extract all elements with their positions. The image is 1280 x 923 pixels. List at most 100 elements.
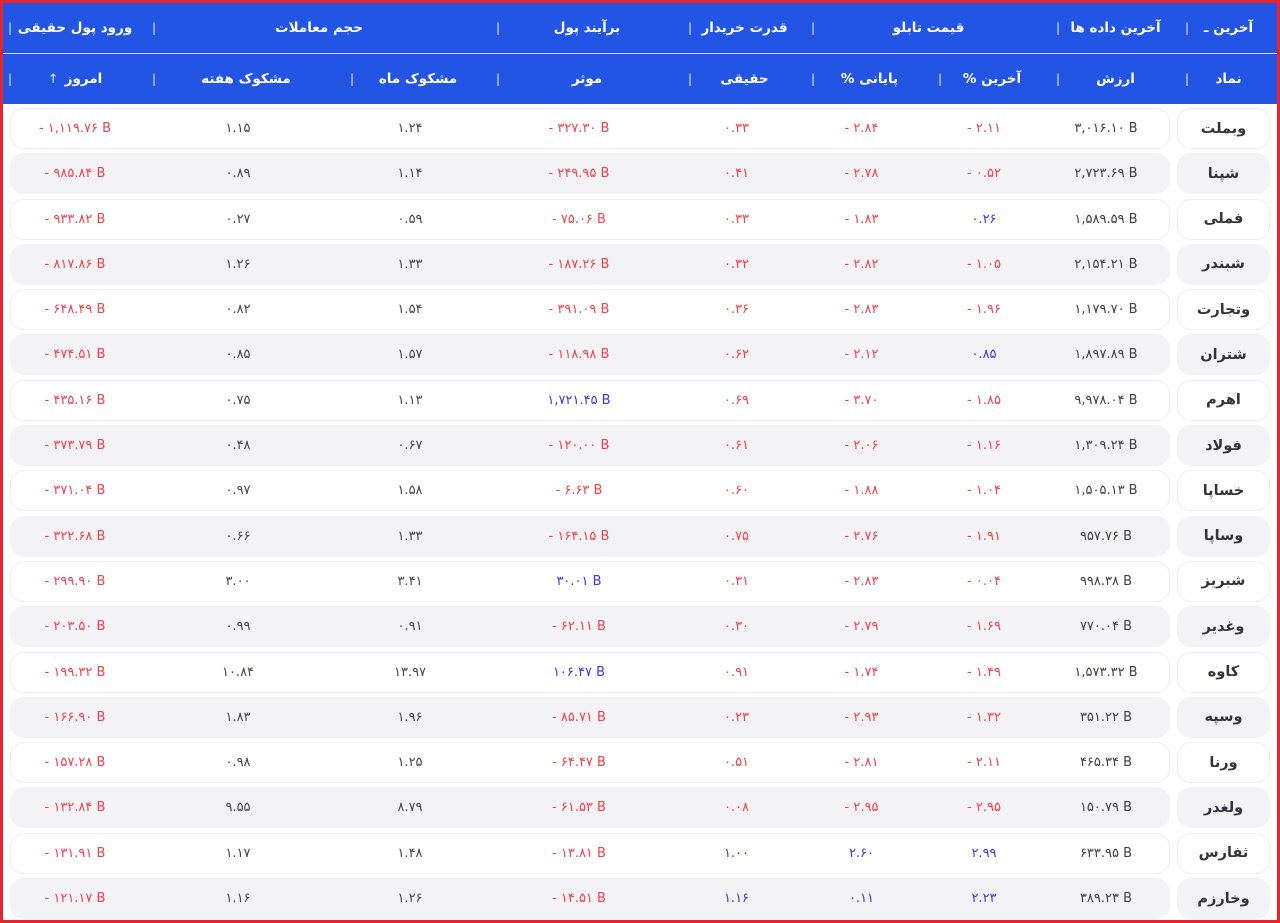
cell-last-pct: - ۱.۴۹: [925, 665, 1043, 680]
cell-close-pct: - ۲.۷۹: [798, 619, 925, 634]
table-row[interactable]: شبریز۹۹۸.۳۸ B- ۰.۰۴- ۲.۸۳۰.۳۱۳۰.۰۱ B۳.۴۱…: [10, 561, 1270, 602]
symbol-cell[interactable]: ثفارس: [1177, 833, 1270, 874]
table-row[interactable]: اهرم۹,۹۷۸.۰۴ B- ۱.۸۵- ۳.۷۰۰.۶۹۱,۷۲۱.۴۵ B…: [10, 380, 1270, 421]
symbol-cell[interactable]: اهرم: [1177, 380, 1270, 421]
cell-real-power: ۰.۳۰: [675, 619, 798, 634]
symbol-cell[interactable]: فولاد: [1177, 425, 1270, 466]
group-header-latest: آخرین ـ: [1180, 3, 1277, 53]
row-data-card: ۹,۹۷۸.۰۴ B- ۱.۸۵- ۳.۷۰۰.۶۹۱,۷۲۱.۴۵ B۱.۱۳…: [10, 380, 1170, 421]
cell-value: ۱,۸۹۷.۸۹ B: [1043, 347, 1169, 362]
symbol-cell[interactable]: شتران: [1177, 334, 1270, 375]
symbol-cell[interactable]: شبریز: [1177, 561, 1270, 602]
cell-last-pct: ۲.۲۳: [925, 891, 1043, 906]
cell-susp-week: ۰.۸۲: [139, 302, 337, 317]
group-header-row: آخرین ـ آخرین داده ها قیمت تابلو قدرت خر…: [3, 3, 1277, 54]
symbol-cell[interactable]: وساپا: [1177, 516, 1270, 557]
cell-net-flow: - ۱۳.۸۱ B: [483, 846, 675, 861]
cell-close-pct: - ۲.۸۴: [798, 121, 925, 136]
column-header-last-pct[interactable]: آخرین %: [933, 54, 1051, 104]
symbol-cell[interactable]: کاوه: [1177, 652, 1270, 693]
cell-susp-week: ۹.۵۵: [139, 800, 337, 815]
row-data-card: ۱,۵۸۹.۵۹ B۰.۲۶- ۱.۸۳۰.۳۳- ۷۵.۰۶ B۰.۵۹۰.۲…: [10, 199, 1170, 240]
cell-real-power: ۰.۹۱: [675, 665, 798, 680]
table-row[interactable]: فملی۱,۵۸۹.۵۹ B۰.۲۶- ۱.۸۳۰.۳۳- ۷۵.۰۶ B۰.۵…: [10, 199, 1270, 240]
table-row[interactable]: شتران۱,۸۹۷.۸۹ B۰.۸۵- ۲.۱۲۰.۶۲- ۱۱۸.۹۸ B۱…: [10, 334, 1270, 375]
cell-close-pct: - ۲.۹۳: [798, 710, 925, 725]
cell-today: - ۱,۱۱۹.۷۶ B: [11, 121, 139, 136]
table-row[interactable]: وساپا۹۵۷.۷۶ B- ۱.۹۱- ۲.۷۶۰.۷۵- ۱۶۴.۱۵ B۱…: [10, 516, 1270, 557]
table-row[interactable]: فولاد۱,۳۰۹.۲۴ B- ۱.۱۶- ۲.۰۶۰.۶۱- ۱۲۰.۰۰ …: [10, 425, 1270, 466]
cell-susp-month: ۱.۳۳: [337, 257, 483, 272]
cell-value: ۱,۵۸۹.۵۹ B: [1043, 212, 1169, 227]
column-header-net-flow[interactable]: موثر: [491, 54, 683, 104]
cell-susp-week: ۰.۸۹: [139, 166, 337, 181]
table-row[interactable]: خساپا۱,۵۰۵.۱۳ B- ۱.۰۴- ۱.۸۸۰.۶۰- ۶.۶۳ B۱…: [10, 470, 1270, 511]
symbol-cell[interactable]: وتجارت: [1177, 289, 1270, 330]
row-data-card: ۲,۷۲۳.۶۹ B- ۰.۵۲- ۲.۷۸۰.۴۱- ۲۴۹.۹۵ B۱.۱۴…: [10, 153, 1170, 194]
cell-value: ۱,۱۷۹.۷۰ B: [1043, 302, 1169, 317]
cell-real-power: ۰.۴۱: [675, 166, 798, 181]
cell-today: - ۸۱۷.۸۶ B: [11, 257, 139, 272]
cell-last-pct: ۲.۹۹: [925, 846, 1043, 861]
cell-last-pct: - ۱.۶۹: [925, 619, 1043, 634]
table-row[interactable]: ورنا۴۶۵.۳۴ B- ۲.۱۱- ۲.۸۱۰.۵۱- ۶۴.۴۷ B۱.۲…: [10, 742, 1270, 783]
symbol-cell[interactable]: وسپه: [1177, 697, 1270, 738]
symbol-cell[interactable]: خساپا: [1177, 470, 1270, 511]
cell-close-pct: - ۲.۸۱: [798, 755, 925, 770]
table-row[interactable]: ثفارس۶۳۳.۹۵ B۲.۹۹۲.۶۰۱.۰۰- ۱۳.۸۱ B۱.۴۸۱.…: [10, 833, 1270, 874]
cell-susp-week: ۰.۸۵: [139, 347, 337, 362]
table-row[interactable]: کاوه۱,۵۷۳.۳۲ B- ۱.۴۹- ۱.۷۴۰.۹۱۱۰۶.۴۷ B۱۳…: [10, 652, 1270, 693]
symbol-cell[interactable]: ولغدر: [1177, 787, 1270, 828]
table-row[interactable]: وخارزم۳۸۹.۲۳ B۲.۲۳۰.۱۱۱.۱۶- ۱۴.۵۱ B۱.۲۶۱…: [10, 878, 1270, 919]
column-header-value[interactable]: ارزش: [1051, 54, 1180, 104]
table-row[interactable]: وتجارت۱,۱۷۹.۷۰ B- ۱.۹۶- ۲.۸۳۰.۳۶- ۳۹۱.۰۹…: [10, 289, 1270, 330]
table-row[interactable]: شبندر۲,۱۵۴.۲۱ B- ۱.۰۵- ۲.۸۲۰.۳۲- ۱۸۷.۲۶ …: [10, 244, 1270, 285]
table-row[interactable]: وبملت۳,۰۱۶.۱۰ B- ۲.۱۱- ۲.۸۴۰.۳۳- ۳۲۷.۳۰ …: [10, 108, 1270, 149]
cell-close-pct: ۰.۱۱: [798, 891, 925, 906]
column-header-today[interactable]: امروز ↑: [3, 54, 147, 104]
cell-susp-week: ۰.۲۷: [139, 212, 337, 227]
cell-real-power: ۱.۰۰: [675, 846, 798, 861]
column-header-real-power[interactable]: حقیقی: [683, 54, 806, 104]
cell-susp-week: ۰.۹۹: [139, 619, 337, 634]
cell-susp-week: ۰.۴۸: [139, 438, 337, 453]
symbol-cell[interactable]: وخارزم: [1177, 878, 1270, 919]
cell-real-power: ۰.۰۸: [675, 800, 798, 815]
cell-real-power: ۰.۶۱: [675, 438, 798, 453]
cell-susp-month: ۸.۷۹: [337, 800, 483, 815]
symbol-cell[interactable]: شبندر: [1177, 244, 1270, 285]
table-row[interactable]: شپنا۲,۷۲۳.۶۹ B- ۰.۵۲- ۲.۷۸۰.۴۱- ۲۴۹.۹۵ B…: [10, 153, 1270, 194]
group-header-latest-data: آخرین داده ها: [1051, 3, 1180, 53]
cell-net-flow: - ۱۸۷.۲۶ B: [483, 257, 675, 272]
cell-susp-month: ۱.۲۶: [337, 891, 483, 906]
row-data-card: ۷۷۰.۰۴ B- ۱.۶۹- ۲.۷۹۰.۳۰- ۶۲.۱۱ B۰.۹۱۰.۹…: [10, 606, 1170, 647]
symbol-cell[interactable]: فملی: [1177, 199, 1270, 240]
cell-susp-month: ۰.۶۷: [337, 438, 483, 453]
cell-net-flow: - ۳۲۷.۳۰ B: [483, 121, 675, 136]
cell-last-pct: - ۱.۰۵: [925, 257, 1043, 272]
table-row[interactable]: وغدیر۷۷۰.۰۴ B- ۱.۶۹- ۲.۷۹۰.۳۰- ۶۲.۱۱ B۰.…: [10, 606, 1270, 647]
table-row[interactable]: وسپه۳۵۱.۲۲ B- ۱.۳۲- ۲.۹۳۰.۲۳- ۸۵.۷۱ B۱.۹…: [10, 697, 1270, 738]
cell-today: - ۱۶۶.۹۰ B: [11, 710, 139, 725]
cell-real-power: ۰.۳۲: [675, 257, 798, 272]
row-data-card: ۱۵۰.۷۹ B- ۲.۹۵- ۲.۹۵۰.۰۸- ۶۱.۵۳ B۸.۷۹۹.۵…: [10, 787, 1170, 828]
cell-today: - ۱۹۹.۳۲ B: [11, 665, 139, 680]
symbol-cell[interactable]: وغدیر: [1177, 606, 1270, 647]
column-header-susp-month[interactable]: مشکوک ماه: [345, 54, 491, 104]
cell-close-pct: - ۱.۸۳: [798, 212, 925, 227]
column-header-susp-week[interactable]: مشکوک هفته: [147, 54, 345, 104]
row-data-card: ۱,۵۷۳.۳۲ B- ۱.۴۹- ۱.۷۴۰.۹۱۱۰۶.۴۷ B۱۳.۹۷۱…: [10, 652, 1170, 693]
cell-susp-week: ۱۰.۸۴: [139, 665, 337, 680]
column-header-close-pct[interactable]: پایانی %: [806, 54, 933, 104]
symbol-cell[interactable]: ورنا: [1177, 742, 1270, 783]
column-header-symbol[interactable]: نماد: [1180, 54, 1277, 104]
symbol-cell[interactable]: شپنا: [1177, 153, 1270, 194]
cell-susp-month: ۱.۲۴: [337, 121, 483, 136]
row-data-card: ۱,۵۰۵.۱۳ B- ۱.۰۴- ۱.۸۸۰.۶۰- ۶.۶۳ B۱.۵۸۰.…: [10, 470, 1170, 511]
table-row[interactable]: ولغدر۱۵۰.۷۹ B- ۲.۹۵- ۲.۹۵۰.۰۸- ۶۱.۵۳ B۸.…: [10, 787, 1270, 828]
symbol-cell[interactable]: وبملت: [1177, 108, 1270, 149]
cell-net-flow: ۱,۷۲۱.۴۵ B: [483, 393, 675, 408]
cell-today: - ۹۳۳.۸۲ B: [11, 212, 139, 227]
cell-last-pct: ۰.۸۵: [925, 347, 1043, 362]
group-header-money-result: برآیند پول: [491, 3, 683, 53]
